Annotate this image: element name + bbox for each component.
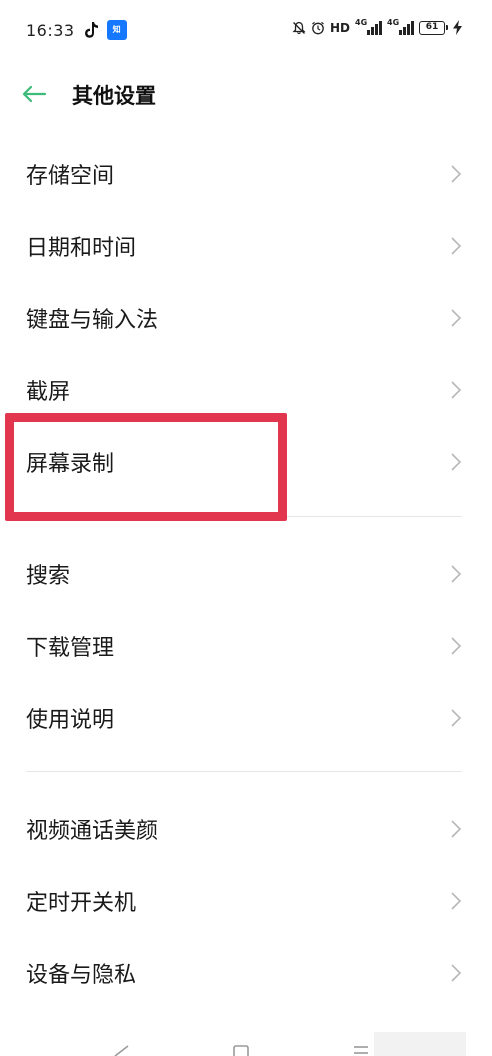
nav-bar-overlay (374, 1032, 466, 1056)
hd-voice-label: HD (329, 20, 350, 35)
status-bar: 16:33 知 HD 4G 4G 61 (0, 0, 492, 62)
settings-item-date-time[interactable]: 日期和时间 (0, 210, 492, 282)
settings-item-search[interactable]: 搜索 (0, 538, 492, 610)
settings-item-label: 设备与隐私 (26, 963, 137, 988)
back-button[interactable] (18, 78, 50, 110)
charging-bolt-icon (453, 20, 462, 35)
settings-item-device-privacy[interactable]: 设备与隐私 (0, 937, 492, 1009)
zhihu-app-icon: 知 (106, 20, 127, 40)
chevron-right-icon (451, 565, 462, 583)
signal-strength-icon: 4G (387, 18, 414, 35)
signal-strength-icon: 4G (355, 18, 382, 35)
tiktok-icon (84, 22, 98, 38)
battery-icon: 61 (419, 20, 448, 35)
settings-item-label: 键盘与输入法 (26, 308, 159, 333)
status-left: 16:33 知 (26, 20, 127, 40)
settings-item-label: 日期和时间 (26, 236, 137, 261)
settings-section-device: 视频通话美颜 定时开关机 设备与隐私 (0, 793, 492, 1009)
arrow-left-icon (22, 85, 47, 103)
back-triangle-icon[interactable] (112, 1044, 130, 1056)
settings-item-label: 视频通话美颜 (26, 819, 159, 844)
menu-lines-icon[interactable] (352, 1044, 370, 1056)
home-square-icon[interactable] (232, 1044, 250, 1056)
page-title: 其他设置 (72, 84, 156, 108)
bell-muted-icon (292, 21, 306, 34)
settings-item-keyboard[interactable]: 键盘与输入法 (0, 282, 492, 354)
navigation-bar (0, 1032, 492, 1056)
status-time: 16:33 (26, 20, 75, 40)
settings-item-label: 下载管理 (26, 636, 115, 661)
alarm-clock-icon (312, 21, 324, 34)
settings-item-screenshot[interactable]: 截屏 (0, 354, 492, 426)
settings-item-label: 截屏 (26, 380, 71, 405)
chevron-right-icon (451, 309, 462, 327)
settings-item-video-beauty[interactable]: 视频通话美颜 (0, 793, 492, 865)
chevron-right-icon (451, 709, 462, 727)
settings-item-storage[interactable]: 存储空间 (0, 138, 492, 210)
settings-item-label: 屏幕录制 (26, 452, 115, 477)
section-divider (26, 771, 462, 772)
settings-item-label: 使用说明 (26, 708, 115, 733)
chevron-right-icon (451, 637, 462, 655)
section-divider (26, 516, 462, 517)
chevron-right-icon (451, 964, 462, 982)
header: 其他设置 (0, 66, 492, 122)
battery-level: 61 (419, 20, 445, 35)
settings-item-label: 定时开关机 (26, 891, 137, 916)
chevron-right-icon (451, 237, 462, 255)
settings-section-storage: 存储空间 日期和时间 键盘与输入法 截屏 屏幕录制 (0, 138, 492, 498)
chevron-right-icon (451, 892, 462, 910)
settings-item-label: 存储空间 (26, 164, 115, 189)
chevron-right-icon (451, 453, 462, 471)
status-right: HD 4G 4G 61 (292, 18, 462, 35)
chevron-right-icon (451, 165, 462, 183)
settings-item-label: 搜索 (26, 564, 71, 589)
chevron-right-icon (451, 820, 462, 838)
settings-item-user-guide[interactable]: 使用说明 (0, 682, 492, 754)
settings-item-download-manager[interactable]: 下载管理 (0, 610, 492, 682)
settings-item-screen-recording[interactable]: 屏幕录制 (0, 426, 492, 498)
chevron-right-icon (451, 381, 462, 399)
settings-item-scheduled-power[interactable]: 定时开关机 (0, 865, 492, 937)
settings-section-search: 搜索 下载管理 使用说明 (0, 538, 492, 754)
